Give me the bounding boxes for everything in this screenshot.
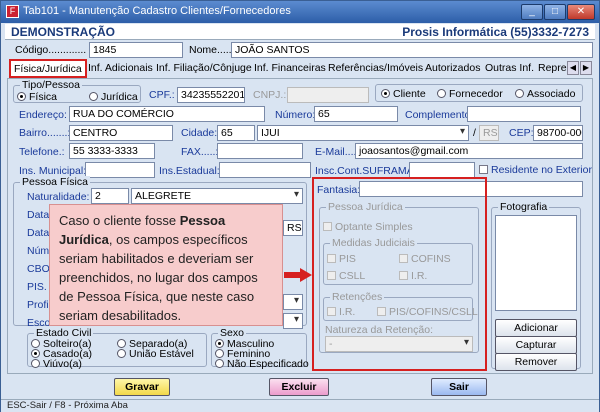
tab-representantes[interactable]: Repre (535, 60, 570, 78)
radio-viuvo[interactable]: Viúvo(a) (31, 358, 82, 370)
residente-exterior-label: Residente no Exterior (491, 164, 592, 176)
naturalidade-select[interactable]: ALEGRETE (131, 188, 303, 204)
radio-juridica[interactable]: Jurídica (89, 91, 138, 103)
tab-inf-adicionais[interactable]: Inf. Adicionais (85, 60, 156, 78)
company-contact: Prosis Informática (55)3332-7273 (402, 25, 589, 39)
ins-municipal-field[interactable] (85, 162, 155, 178)
cep-label: CEP: (509, 127, 534, 139)
tab-scroll-right-icon[interactable]: ▶ (580, 61, 592, 75)
numero-label: Número: (275, 109, 316, 121)
data-emissao-label: Data (27, 227, 50, 239)
tab-inf-financeiras[interactable]: Inf. Financeiras (251, 60, 329, 78)
minimize-button[interactable]: _ (521, 4, 543, 20)
endereco-field[interactable]: RUA DO COMÉRCIO (69, 106, 265, 122)
tab-fisica-juridica[interactable]: Física/Jurídica (9, 59, 87, 78)
cpf-field[interactable]: 34235552201 (177, 87, 245, 103)
ins-estadual-field[interactable] (219, 162, 311, 178)
bairro-field[interactable]: CENTRO (69, 125, 173, 141)
radio-fisica-label: Física (29, 91, 58, 103)
residente-exterior-checkbox[interactable]: Residente no Exterior (479, 164, 592, 176)
naturalidade-code-field[interactable]: 2 (91, 188, 129, 204)
radio-juridica-label: Jurídica (101, 91, 138, 103)
codigo-label: Código............. (15, 44, 87, 56)
capturar-photo-button[interactable]: Capturar (495, 336, 577, 354)
nome-label: Nome.....: (189, 44, 235, 56)
numero-doc-label: Núm (27, 245, 50, 257)
tab-filiacao-conjuge[interactable]: Inf. Filiação/Cônjuge (153, 60, 255, 78)
excluir-button[interactable]: Excluir (269, 378, 329, 396)
tab-autorizados[interactable]: Autorizados (422, 60, 483, 78)
radio-fornecedor-label: Fornecedor (449, 88, 503, 100)
tab-scroll-left-icon[interactable]: ◀ (567, 61, 579, 75)
cnpj-field[interactable] (287, 87, 369, 103)
ins-estadual-label: Ins.Estadual: (159, 165, 220, 177)
arrow-right-icon (284, 268, 312, 282)
radio-nao-especificado[interactable]: Não Especificado (215, 358, 309, 370)
fotografia-title: Fotografia (498, 201, 550, 213)
tipo-pessoa-title: Tipo/Pessoa (20, 79, 82, 91)
highlight-pessoa-juridica (312, 177, 487, 371)
maximize-button[interactable]: □ (544, 4, 566, 20)
tab-referencias-imoveis[interactable]: Referências/Imóveis (325, 60, 426, 78)
title-bar: F Tab101 - Manutenção Cadastro Clientes/… (1, 1, 599, 23)
tooltip-note: Caso o cliente fosse Pessoa Jurídica, os… (49, 204, 283, 326)
telefone-field[interactable]: 55 3333-3333 (69, 143, 155, 159)
radio-nao-especificado-label: Não Especificado (227, 358, 309, 370)
pis-label: PIS. (27, 281, 47, 293)
gravar-button[interactable]: Gravar (114, 378, 170, 396)
cep-field[interactable]: 98700-000 (533, 125, 583, 141)
sair-button[interactable]: Sair (431, 378, 487, 396)
escolaridade-select[interactable] (283, 313, 303, 329)
radio-cliente-label: Cliente (393, 88, 426, 100)
nome-field[interactable]: JOÃO SANTOS (231, 42, 593, 58)
cidade-label: Cidade: (181, 127, 218, 139)
uf-field[interactable]: RS (479, 125, 499, 141)
fax-label: FAX.....: (181, 146, 219, 158)
close-button[interactable]: ✕ (567, 4, 595, 20)
radio-fisica[interactable]: Física (17, 91, 57, 103)
demo-label: DEMONSTRAÇÃO (11, 25, 115, 39)
data-nascimento-label: Data (27, 209, 50, 221)
main-window: F Tab101 - Manutenção Cadastro Clientes/… (0, 0, 600, 412)
naturalidade-label: Naturalidade: (27, 191, 90, 203)
cidade-code-field[interactable]: 65 (217, 125, 255, 141)
radio-viuvo-label: Viúvo(a) (43, 358, 82, 370)
pessoa-fisica-title: Pessoa Física (20, 176, 90, 188)
email-label: E-Mail....: (315, 146, 360, 158)
email-field[interactable]: joaosantos@gmail.com (355, 143, 583, 159)
telefone-label: Telefone.: (19, 146, 65, 158)
codigo-field[interactable]: 1845 (89, 42, 183, 58)
suframa-field[interactable] (409, 162, 475, 178)
company-header: DEMONSTRAÇÃO Prosis Informática (55)3332… (5, 24, 595, 40)
radio-associado[interactable]: Associado (515, 88, 575, 100)
radio-cliente[interactable]: Cliente (381, 88, 426, 100)
complemento-label: Complemento: (405, 109, 474, 121)
endereco-label: Endereço: (19, 109, 67, 121)
remover-photo-button[interactable]: Remover (495, 353, 577, 371)
uf-separator: / (473, 127, 476, 139)
cpf-label: CPF.: (149, 89, 175, 101)
radio-associado-label: Associado (527, 88, 576, 100)
radio-uniao-estavel-label: União Estável (129, 348, 194, 360)
profissao-select[interactable] (283, 294, 303, 310)
note-text-a: Caso o cliente fosse (59, 213, 180, 228)
tab-bar: Física/Jurídica Inf. Adicionais Inf. Fil… (5, 59, 595, 78)
window-title: Tab101 - Manutenção Cadastro Clientes/Fo… (23, 5, 291, 17)
app-icon: F (6, 5, 19, 18)
fax-field[interactable] (217, 143, 303, 159)
complemento-field[interactable] (467, 106, 581, 122)
radio-uniao-estavel[interactable]: União Estável (117, 348, 194, 360)
suframa-label: Insc.Cont.SUFRAMA: (315, 165, 417, 177)
bairro-label: Bairro.......: (19, 127, 71, 139)
rg-uf-field[interactable]: RS (283, 220, 303, 236)
radio-fornecedor[interactable]: Fornecedor (437, 88, 503, 100)
cnpj-label: CNPJ.: (253, 89, 287, 101)
cidade-select[interactable]: IJUI (257, 125, 469, 141)
tab-outras-inf[interactable]: Outras Inf. (482, 60, 537, 78)
adicionar-photo-button[interactable]: Adicionar (495, 319, 577, 337)
status-bar: ESC-Sair / F8 - Próxima Aba (1, 399, 599, 412)
photo-preview (495, 215, 577, 311)
numero-field[interactable]: 65 (314, 106, 398, 122)
